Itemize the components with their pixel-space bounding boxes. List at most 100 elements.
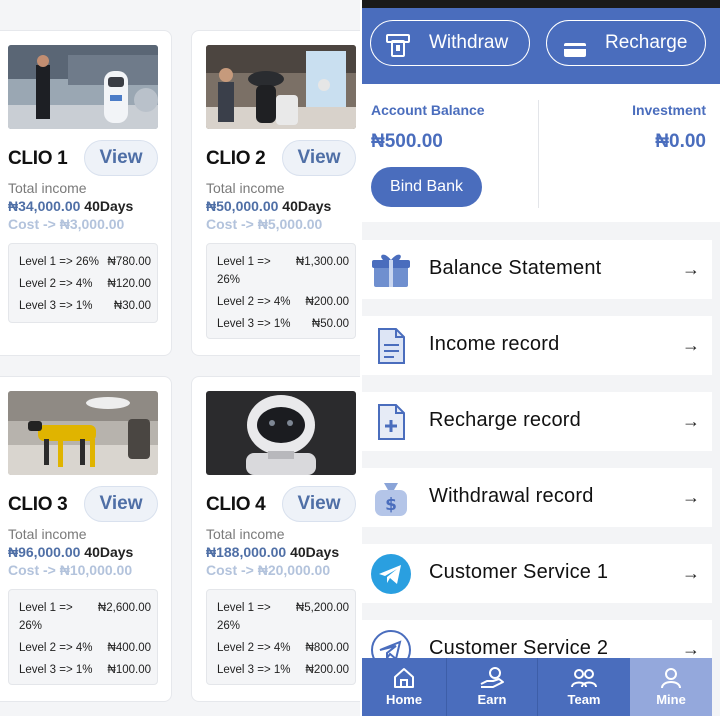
document-icon	[370, 325, 412, 367]
level-value: ₦780.00	[107, 256, 151, 268]
recharge-button[interactable]: Recharge	[546, 20, 706, 66]
menu-item-withdrawal-record[interactable]: $ Withdrawal record →	[362, 468, 712, 527]
menu-item-customer-service-1[interactable]: Customer Service 1 →	[362, 544, 712, 603]
income-days: 40Days	[290, 544, 340, 560]
product-photo-humanoid-robot	[206, 391, 356, 475]
telegram-icon	[370, 553, 412, 595]
income-line: ₦34,000.00 40Days	[8, 198, 133, 214]
level-row: Level 1 => ₦5,200.00	[217, 602, 349, 614]
level-label: Level 2 => 4%	[19, 642, 93, 654]
product-card-clio-4: CLIO 4 View Total income ₦188,000.00 40D…	[191, 376, 360, 702]
level-row: Level 3 => 1% ₦100.00	[19, 664, 151, 676]
view-button[interactable]: View	[84, 486, 158, 522]
home-icon	[392, 666, 416, 693]
recharge-label: Recharge	[605, 32, 688, 53]
nav-home[interactable]: Home	[362, 658, 446, 716]
product-name: CLIO 4	[206, 494, 266, 515]
income-line: ₦188,000.00 40Days	[206, 544, 339, 560]
balance-divider	[538, 100, 539, 208]
income-line: ₦96,000.00 40Days	[8, 544, 133, 560]
level-value: ₦400.00	[107, 642, 151, 654]
product-name: CLIO 1	[8, 148, 68, 169]
menu-label: Withdrawal record	[429, 485, 594, 507]
level-label: Level 1 =>	[217, 602, 271, 614]
level-label: Level 1 =>	[217, 256, 271, 268]
nav-earn[interactable]: Earn	[447, 658, 537, 716]
level-value: ₦2,600.00	[97, 602, 151, 614]
nav-mine[interactable]: Mine	[630, 658, 712, 716]
total-income-label: Total income	[206, 180, 285, 196]
bind-bank-button[interactable]: Bind Bank	[371, 167, 482, 207]
level-commission-box: Level 1 => ₦1,300.00 26% Level 2 => 4% ₦20…	[206, 243, 356, 339]
level-label: Level 3 => 1%	[217, 664, 291, 676]
menu-item-income-record[interactable]: Income record →	[362, 316, 712, 375]
menu-label: Customer Service 2	[429, 637, 609, 659]
account-balance-label: Account Balance	[371, 102, 485, 118]
level-value: ₦800.00	[305, 642, 349, 654]
cost-line: Cost -> ₦5,000.00	[206, 216, 323, 232]
product-card-clio-2: CLIO 2 View Total income ₦50,000.00 40Da…	[191, 30, 360, 356]
arrow-right-icon: →	[682, 259, 700, 279]
menu-label: Balance Statement	[429, 257, 602, 279]
income-amount: ₦96,000.00	[8, 544, 81, 560]
product-card-clio-1: CLIO 1 View Total income ₦34,000.00 40Da…	[0, 30, 172, 356]
level-value: ₦200.00	[305, 296, 349, 308]
team-icon	[570, 666, 598, 693]
view-button[interactable]: View	[282, 486, 356, 522]
level-label: 26%	[19, 620, 43, 632]
level-label: Level 3 => 1%	[217, 318, 291, 330]
investment-label: Investment	[632, 102, 706, 118]
menu-item-balance-statement[interactable]: Balance Statement →	[362, 240, 712, 299]
menu-item-recharge-record[interactable]: Recharge record →	[362, 392, 712, 451]
status-strip	[362, 0, 720, 8]
level-row: 26%	[19, 620, 151, 632]
level-value: ₦50.00	[311, 318, 349, 330]
level-label: Level 3 => 1%	[19, 300, 93, 312]
level-row: Level 1 => 26% ₦780.00	[19, 256, 151, 268]
level-label: Level 2 => 4%	[217, 642, 291, 654]
level-row: 26%	[217, 274, 349, 286]
gift-icon	[370, 249, 412, 291]
level-row: Level 3 => 1% ₦30.00	[19, 300, 151, 312]
level-commission-box: Level 1 => 26% ₦780.00 Level 2 => 4% ₦120.…	[8, 243, 158, 323]
cost-line: Cost -> ₦10,000.00	[8, 562, 133, 578]
income-amount: ₦34,000.00	[8, 198, 81, 214]
file-plus-icon	[370, 401, 412, 443]
level-label: Level 3 => 1%	[19, 664, 93, 676]
level-row: Level 1 => ₦2,600.00	[19, 602, 151, 614]
income-days: 40Days	[84, 198, 134, 214]
level-commission-box: Level 1 => ₦2,600.00 26% Level 2 => 4% ₦40…	[8, 589, 158, 685]
product-photo-robot-presenter	[8, 45, 158, 129]
menu-label: Customer Service 1	[429, 561, 609, 583]
nav-label: Earn	[477, 692, 507, 707]
menu-label: Income record	[429, 333, 560, 355]
menu-label: Recharge record	[429, 409, 581, 431]
view-button[interactable]: View	[282, 140, 356, 176]
view-button[interactable]: View	[84, 140, 158, 176]
product-name: CLIO 3	[8, 494, 68, 515]
level-row: Level 3 => 1% ₦200.00	[217, 664, 349, 676]
income-line: ₦50,000.00 40Days	[206, 198, 331, 214]
nav-label: Team	[567, 692, 601, 707]
arrow-right-icon: →	[682, 487, 700, 507]
level-row: Level 2 => 4% ₦120.00	[19, 278, 151, 290]
svg-text:$: $	[385, 495, 397, 515]
nav-team[interactable]: Team	[538, 658, 630, 716]
product-photo-robot-dog	[8, 391, 158, 475]
level-label: Level 1 =>	[19, 602, 73, 614]
level-label: Level 2 => 4%	[217, 296, 291, 308]
withdraw-label: Withdraw	[429, 32, 509, 53]
income-amount: ₦50,000.00	[206, 198, 279, 214]
arrow-right-icon: →	[682, 335, 700, 355]
income-amount: ₦188,000.00	[206, 544, 287, 560]
total-income-label: Total income	[8, 526, 87, 542]
withdraw-button[interactable]: Withdraw	[370, 20, 530, 66]
money-bag-icon: $	[370, 477, 412, 519]
level-row: Level 3 => 1% ₦50.00	[217, 318, 349, 330]
card-icon	[563, 33, 587, 77]
level-label: Level 1 => 26%	[19, 256, 99, 268]
level-row: Level 2 => 4% ₦200.00	[217, 296, 349, 308]
level-value: ₦5,200.00	[295, 602, 349, 614]
nav-label: Mine	[656, 692, 686, 707]
level-label: Level 2 => 4%	[19, 278, 93, 290]
